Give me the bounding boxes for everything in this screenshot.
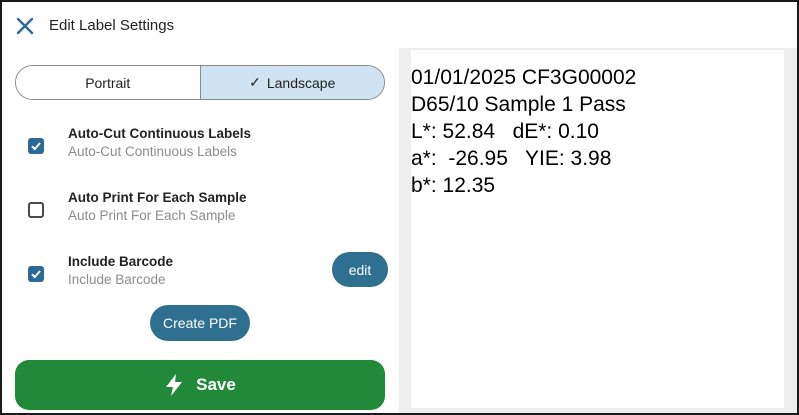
orientation-toggle: Portrait ✓ Landscape: [15, 65, 385, 100]
lightning-bolt-icon: [166, 374, 183, 396]
save-label: Save: [196, 375, 236, 394]
settings-panel: Portrait ✓ Landscape Auto-Cut Continuous…: [2, 48, 399, 413]
close-icon[interactable]: [14, 15, 36, 37]
landscape-option[interactable]: ✓ Landscape: [199, 66, 384, 99]
option-auto-print: Auto Print For Each Sample Auto Print Fo…: [2, 190, 399, 234]
label-preview: 01/01/2025 CF3G00002 D65/10 Sample 1 Pas…: [411, 50, 784, 408]
save-button[interactable]: Save: [15, 360, 385, 410]
checkmark-icon: [31, 270, 41, 279]
label-settings-dialog: Edit Label Settings Portrait ✓ Landscape…: [0, 0, 799, 415]
auto-print-checkbox[interactable]: [28, 202, 44, 218]
create-pdf-button[interactable]: Create PDF: [150, 305, 250, 341]
landscape-label: Landscape: [266, 74, 336, 91]
checkmark-icon: [31, 142, 41, 151]
preview-line-b: b*: 12.35: [411, 174, 496, 197]
auto-cut-sublabel: Auto-Cut Continuous Labels: [68, 144, 237, 159]
auto-cut-checkbox[interactable]: [28, 138, 44, 154]
preview-line-sample: D65/10 Sample 1 Pass: [411, 93, 626, 116]
include-barcode-sublabel: Include Barcode: [68, 272, 166, 287]
portrait-option[interactable]: Portrait: [16, 66, 200, 99]
preview-line-l-de: L*: 52.84 dE*: 0.10: [411, 120, 599, 143]
auto-print-sublabel: Auto Print For Each Sample: [68, 208, 236, 223]
header: Edit Label Settings: [2, 2, 797, 48]
label-preview-panel: 01/01/2025 CF3G00002 D65/10 Sample 1 Pas…: [399, 48, 797, 413]
page-title: Edit Label Settings: [49, 17, 175, 34]
option-auto-cut: Auto-Cut Continuous Labels Auto-Cut Cont…: [2, 126, 399, 170]
portrait-label: Portrait: [85, 74, 131, 91]
check-icon: ✓: [249, 74, 261, 90]
auto-cut-label: Auto-Cut Continuous Labels: [68, 126, 251, 141]
auto-print-label: Auto Print For Each Sample: [68, 190, 247, 205]
edit-barcode-button[interactable]: edit: [332, 252, 388, 287]
preview-line-a-yie: a*: -26.95 YIE: 3.98: [411, 147, 612, 170]
preview-line-date-id: 01/01/2025 CF3G00002: [411, 66, 637, 89]
include-barcode-label: Include Barcode: [68, 254, 174, 269]
include-barcode-checkbox[interactable]: [28, 266, 44, 282]
